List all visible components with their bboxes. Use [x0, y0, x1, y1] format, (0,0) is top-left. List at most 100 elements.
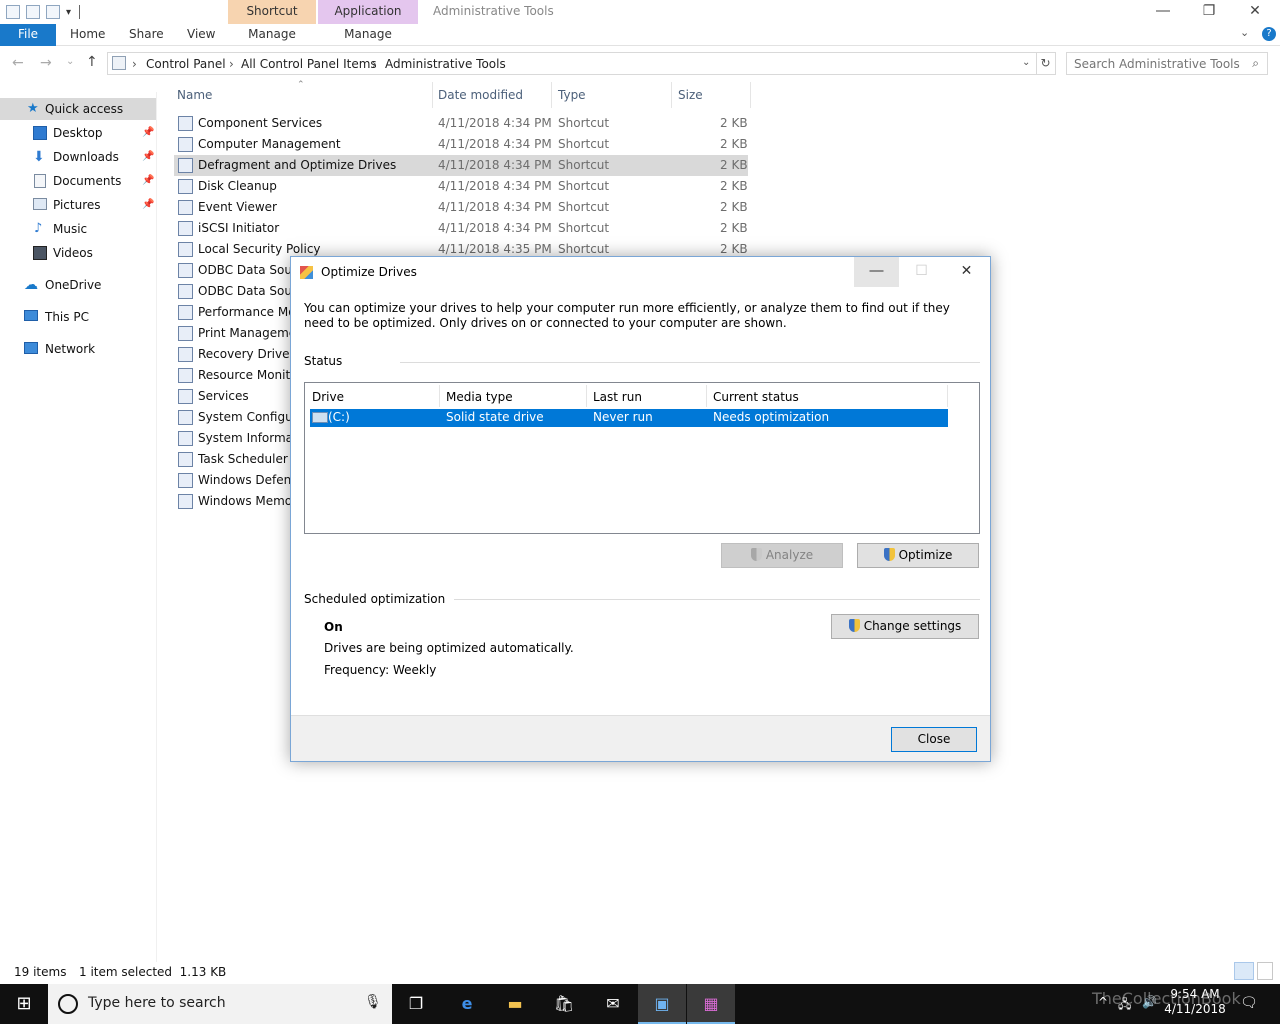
breadcrumb-control-panel[interactable]: Control Panel: [146, 57, 226, 71]
column-header-type[interactable]: Type: [558, 88, 586, 102]
nav-videos[interactable]: Videos: [0, 242, 156, 264]
drive-col-header[interactable]: Drive: [312, 390, 344, 404]
minimize-button[interactable]: ―: [1140, 0, 1186, 24]
file-row[interactable]: Computer Management 4/11/2018 4:34 PM Shor…: [174, 134, 748, 155]
breadcrumb-chevron-icon[interactable]: ›: [132, 57, 137, 71]
task-view-icon[interactable]: ❐: [392, 984, 440, 1024]
drives-list[interactable]: Drive Media type Last run Current status…: [304, 382, 980, 534]
breadcrumb-chevron-icon[interactable]: ›: [372, 57, 377, 71]
dialog-minimize-button[interactable]: ―: [854, 257, 899, 287]
tab-share[interactable]: Share: [129, 24, 164, 46]
expand-ribbon-icon[interactable]: ⌄: [1240, 26, 1249, 39]
breadcrumb-admin-tools[interactable]: Administrative Tools: [385, 57, 506, 71]
column-divider[interactable]: [586, 385, 587, 407]
properties-icon[interactable]: [26, 5, 40, 19]
forward-arrow-icon[interactable]: →: [40, 55, 52, 71]
column-header-name[interactable]: Name: [177, 88, 212, 102]
drive-row-c[interactable]: (C:) Solid state drive Never run Needs o…: [310, 409, 948, 427]
tab-file[interactable]: File: [0, 24, 56, 46]
tray-chevron-icon[interactable]: ^: [1098, 995, 1108, 1009]
admin-tools-taskbar-icon[interactable]: ▣: [638, 984, 686, 1024]
pin-icon[interactable]: 📌: [142, 170, 154, 192]
tab-shortcut-manage[interactable]: Manage: [228, 24, 316, 46]
file-row[interactable]: Component Services 4/11/2018 4:34 PM Short…: [174, 113, 748, 134]
column-divider[interactable]: [551, 82, 552, 108]
search-icon[interactable]: ⌕: [1252, 56, 1259, 71]
nav-documents[interactable]: Documents 📌: [0, 170, 156, 192]
column-divider[interactable]: [750, 82, 751, 108]
file-row[interactable]: Event Viewer 4/11/2018 4:34 PM Shortcut 2 K…: [174, 197, 748, 218]
analyze-button[interactable]: Analyze: [721, 543, 843, 568]
nav-label: Quick access: [45, 102, 124, 116]
nav-quick-access[interactable]: ★ Quick access: [0, 98, 156, 120]
tab-home[interactable]: Home: [70, 24, 105, 46]
customize-qat-icon[interactable]: ▾: [66, 7, 71, 18]
videos-icon: [33, 246, 47, 260]
pin-icon[interactable]: 📌: [142, 122, 154, 144]
file-row[interactable]: Defragment and Optimize Drives 4/11/2018 …: [174, 155, 748, 176]
help-icon[interactable]: ?: [1262, 27, 1276, 41]
details-view-icon[interactable]: [1234, 962, 1254, 980]
file-name: ODBC Data Sourc: [198, 284, 304, 298]
file-row[interactable]: Disk Cleanup 4/11/2018 4:34 PM Shortcut 2 K…: [174, 176, 748, 197]
windows-start-icon[interactable]: ⊞: [0, 984, 48, 1024]
search-input[interactable]: [1074, 54, 1244, 74]
file-row[interactable]: iSCSI Initiator 4/11/2018 4:34 PM Shortcut…: [174, 218, 748, 239]
column-divider[interactable]: [706, 385, 707, 407]
optimize-button[interactable]: Optimize: [857, 543, 979, 568]
restore-button[interactable]: ❐: [1186, 0, 1232, 24]
status-divider: [400, 362, 980, 363]
breadcrumb-all-items[interactable]: All Control Panel Items: [241, 57, 377, 71]
address-dropdown-icon[interactable]: ⌄: [1022, 57, 1030, 68]
microphone-icon[interactable]: 🎙: [364, 994, 382, 1010]
close-window-button[interactable]: ✕: [1232, 0, 1278, 24]
defrag-app-icon: [300, 266, 313, 279]
pin-icon[interactable]: 📌: [142, 146, 154, 168]
cortana-icon[interactable]: [58, 994, 78, 1014]
last-run-col-header[interactable]: Last run: [593, 390, 642, 404]
new-folder-icon[interactable]: [46, 5, 60, 19]
large-icons-view-icon[interactable]: [1257, 962, 1273, 980]
network-tray-icon[interactable]: 🖧: [1118, 995, 1131, 1016]
volume-icon[interactable]: 🔊: [1142, 995, 1157, 1009]
action-center-icon[interactable]: 🗨: [1240, 995, 1258, 1011]
change-settings-button[interactable]: Change settings: [831, 614, 979, 639]
column-divider[interactable]: [439, 385, 440, 407]
back-arrow-icon[interactable]: ←: [12, 55, 24, 71]
up-arrow-icon[interactable]: ↑: [86, 54, 98, 70]
nav-pictures[interactable]: Pictures 📌: [0, 194, 156, 216]
optimize-drives-taskbar-icon[interactable]: ▦: [687, 984, 735, 1024]
column-divider[interactable]: [671, 82, 672, 108]
address-bar[interactable]: › Control Panel › All Control Panel Item…: [107, 52, 1037, 75]
store-icon[interactable]: 🛍: [540, 984, 588, 1024]
nav-downloads[interactable]: ⬇ Downloads 📌: [0, 146, 156, 168]
file-explorer-icon[interactable]: ▬: [491, 984, 539, 1024]
schedule-frequency: Frequency: Weekly: [324, 663, 437, 677]
nav-this-pc[interactable]: This PC: [0, 306, 156, 328]
breadcrumb-chevron-icon[interactable]: ›: [229, 57, 234, 71]
close-button[interactable]: Close: [891, 727, 977, 752]
media-type-col-header[interactable]: Media type: [446, 390, 513, 404]
column-header-size[interactable]: Size: [678, 88, 703, 102]
download-arrow-icon: ⬇: [33, 149, 45, 165]
column-header-date[interactable]: Date modified: [438, 88, 523, 102]
taskbar-search-box[interactable]: Type here to search 🎙: [48, 984, 392, 1024]
pin-icon[interactable]: 📌: [142, 194, 154, 216]
nav-music[interactable]: ♪ Music: [0, 218, 156, 240]
dialog-titlebar[interactable]: Optimize Drives ― ☐ ✕: [291, 257, 990, 287]
tab-view[interactable]: View: [187, 24, 215, 46]
refresh-icon[interactable]: ↻: [1036, 52, 1056, 75]
recent-locations-icon[interactable]: ⌄: [66, 56, 74, 67]
column-divider[interactable]: [432, 82, 433, 108]
nav-onedrive[interactable]: ☁ OneDrive: [0, 274, 156, 296]
nav-network[interactable]: Network: [0, 338, 156, 360]
current-status-col-header[interactable]: Current status: [713, 390, 799, 404]
nav-desktop[interactable]: Desktop 📌: [0, 122, 156, 144]
mail-icon[interactable]: ✉: [589, 984, 637, 1024]
column-divider[interactable]: [947, 385, 948, 407]
clock[interactable]: 9:54 AM 4/11/2018: [1160, 987, 1230, 1017]
search-box[interactable]: ⌕: [1066, 52, 1268, 75]
tab-application-manage[interactable]: Manage: [318, 24, 418, 46]
dialog-close-icon[interactable]: ✕: [944, 257, 989, 287]
edge-browser-icon[interactable]: e: [443, 984, 491, 1024]
